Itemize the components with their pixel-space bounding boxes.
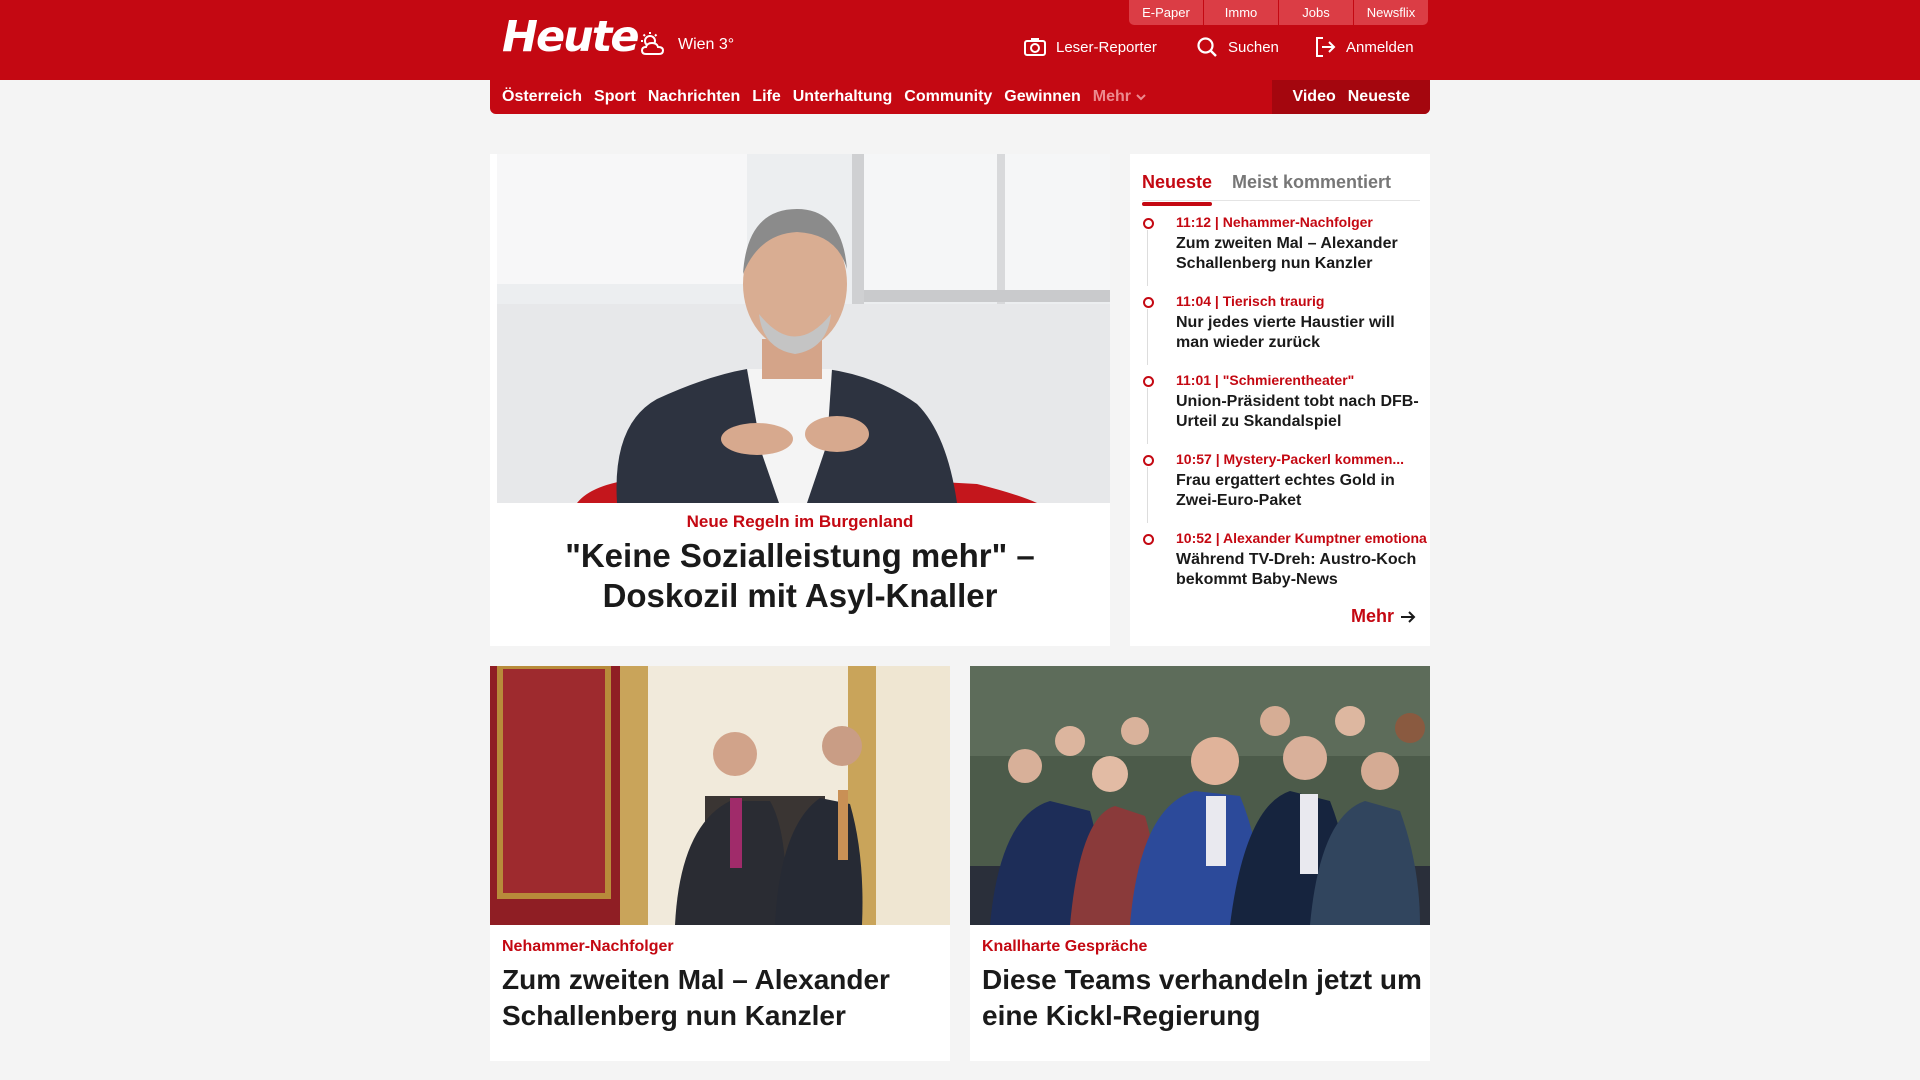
sidebar-more-label: Mehr [1350, 606, 1394, 626]
tab-neueste[interactable]: Neueste [1142, 172, 1213, 206]
leser-reporter-button[interactable]: Leser-Reporter [1024, 34, 1157, 60]
top-link-epaper[interactable]: E-Paper [1129, 0, 1203, 25]
article-card[interactable]: Knallharte Gespräche Diese Teams verhand… [970, 666, 1430, 1061]
hero-article[interactable]: Neue Regeln im Burgenland "Keine Soziall… [490, 154, 1110, 646]
news-title[interactable]: Union-Präsident tobt nach DFB-Urteil zu … [1176, 392, 1427, 432]
arrow-right-icon [1401, 610, 1416, 623]
news-meta: 11:12 | Nehammer-Nachfolger [1176, 214, 1373, 230]
login-button[interactable]: Anmelden [1314, 34, 1414, 60]
article-card[interactable]: Nehammer-Nachfolger Zum zweiten Mal – Al… [490, 666, 950, 1061]
nav-video[interactable]: Video [1292, 88, 1335, 106]
article-image [970, 666, 1430, 925]
hero-image [497, 154, 1110, 503]
site-header: Heute Wien 3° E-Paper Immo Jobs Newsflix… [0, 0, 1920, 80]
list-item[interactable]: 10:57 | Mystery-Packerl kommen... Frau e… [1142, 451, 1427, 530]
news-title[interactable]: Frau ergattert echtes Gold in Zwei-Euro-… [1176, 471, 1427, 511]
news-title[interactable]: Während TV-Dreh: Austro-Koch bekommt Bab… [1176, 550, 1427, 590]
search-label: Suchen [1228, 38, 1279, 56]
site-logo[interactable]: Heute [502, 12, 639, 62]
timeline-line [1147, 230, 1148, 286]
latest-news-sidebar: Neueste Meist kommentiert 11:12 | Nehamm… [1130, 154, 1430, 646]
article-image [490, 666, 950, 925]
partly-cloudy-icon [640, 32, 665, 55]
nav-more-dropdown[interactable]: Mehr [1093, 88, 1147, 106]
top-link-jobs[interactable]: Jobs [1279, 0, 1353, 25]
nav-nachrichten[interactable]: Nachrichten [648, 88, 740, 106]
timeline-line [1147, 388, 1148, 444]
nav-life[interactable]: Life [752, 88, 780, 106]
list-item[interactable]: 11:01 | "Schmierentheater" Union-Präside… [1142, 372, 1427, 451]
top-link-newsflix[interactable]: Newsflix [1354, 0, 1428, 25]
timeline-line [1147, 309, 1148, 365]
article-headline[interactable]: Zum zweiten Mal – Alexander Schallenberg… [502, 962, 942, 1034]
article-headline[interactable]: Diese Teams verhandeln jetzt um eine Kic… [982, 962, 1422, 1034]
list-item[interactable]: 10:52 | Alexander Kumptner emotional Wäh… [1142, 530, 1427, 609]
sidebar-more-link[interactable]: Mehr [1351, 606, 1416, 627]
chevron-down-icon [1136, 94, 1146, 101]
nav-neueste[interactable]: Neueste [1348, 88, 1410, 106]
nav-gewinnen[interactable]: Gewinnen [1004, 88, 1080, 106]
nav-community[interactable]: Community [904, 88, 992, 106]
weather-widget[interactable]: Wien 3° [638, 28, 734, 62]
top-link-immo[interactable]: Immo [1204, 0, 1278, 25]
timeline-dot [1143, 376, 1154, 387]
article-kicker: Nehammer-Nachfolger [502, 938, 674, 955]
login-icon [1316, 37, 1336, 57]
timeline-dot [1143, 455, 1154, 466]
weather-text: Wien 3° [678, 36, 735, 53]
top-links: E-Paper Immo Jobs Newsflix [1129, 0, 1428, 26]
main-nav: Österreich Sport Nachrichten Life Unterh… [490, 80, 1430, 114]
timeline-dot [1143, 218, 1154, 229]
hero-kicker: Neue Regeln im Burgenland [686, 512, 914, 531]
hero-headline[interactable]: "Keine Sozialleistung mehr" – Doskozil m… [500, 536, 1100, 616]
search-icon [1197, 37, 1217, 57]
timeline-dot [1143, 534, 1154, 545]
news-meta: 11:04 | Tierisch traurig [1176, 293, 1325, 309]
news-meta: 10:57 | Mystery-Packerl kommen... [1176, 451, 1405, 467]
news-title[interactable]: Zum zweiten Mal – Alexander Schallenberg… [1176, 234, 1427, 274]
tab-meist-kommentiert[interactable]: Meist kommentiert [1232, 172, 1391, 193]
nav-right-section: Video Neueste [1272, 80, 1430, 114]
news-meta: 11:01 | "Schmierentheater" [1176, 372, 1355, 388]
camera-icon [1024, 38, 1046, 56]
login-label: Anmelden [1346, 38, 1414, 56]
nav-more-label: Mehr [1092, 88, 1131, 105]
list-item[interactable]: 11:04 | Tierisch traurig Nur jedes viert… [1142, 293, 1427, 372]
search-button[interactable]: Suchen [1196, 34, 1279, 60]
article-kicker: Knallharte Gespräche [982, 938, 1148, 955]
nav-unterhaltung[interactable]: Unterhaltung [793, 88, 893, 106]
timeline-line [1147, 467, 1148, 523]
sidebar-tabs: Neueste Meist kommentiert [1142, 164, 1420, 206]
nav-sport[interactable]: Sport [594, 88, 636, 106]
leser-reporter-label: Leser-Reporter [1056, 38, 1157, 56]
news-title[interactable]: Nur jedes vierte Haustier will man wiede… [1176, 313, 1427, 353]
timeline-dot [1143, 297, 1154, 308]
news-meta: 10:52 | Alexander Kumptner emotional [1176, 530, 1427, 546]
list-item[interactable]: 11:12 | Nehammer-Nachfolger Zum zweiten … [1142, 214, 1427, 293]
news-list: 11:12 | Nehammer-Nachfolger Zum zweiten … [1142, 214, 1427, 609]
nav-oesterreich[interactable]: Österreich [502, 88, 582, 106]
